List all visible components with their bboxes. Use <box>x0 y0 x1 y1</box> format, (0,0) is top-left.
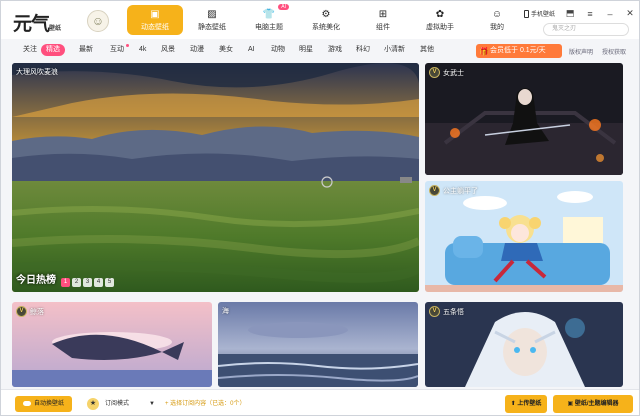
tab-user[interactable]: ☺ 我的 <box>469 5 525 35</box>
category-tab[interactable]: 精选 <box>41 44 65 56</box>
category-tab[interactable]: 最新 <box>74 44 98 56</box>
bottom-bar: 自动换壁纸 ★ 订阅模式 ▼ + 选择订阅内容（已选：0个） ⬆ 上传壁纸 ▣ 壁纸… <box>1 389 639 415</box>
wallpaper-card[interactable]: V 公主躺平了 <box>425 181 623 292</box>
auto-change-toggle[interactable]: 自动换壁纸 <box>15 396 72 412</box>
phone-wallpaper-button[interactable]: 手机壁纸 <box>523 9 555 18</box>
page-button[interactable]: 2 <box>72 278 81 287</box>
gift-icon: 🎁 <box>479 47 489 56</box>
phone-icon <box>523 9 529 18</box>
tab-label: 静态壁纸 <box>198 23 226 31</box>
tab-label: 系统美化 <box>312 23 340 31</box>
category-tab[interactable]: 4k <box>134 44 151 56</box>
card-caption: V 五条悟 <box>429 306 464 317</box>
category-tab[interactable]: 关注 <box>18 44 42 56</box>
gear-icon: ⚙ <box>321 8 331 20</box>
top-bar: 元气壁纸 ☺ ▣ 动态壁纸 ▨ 静态壁纸 👕 电脑主题 AI ⚙ 系统美化 ⊞ 组件 ✿ 虚拟助手 ☺ 我的… <box>1 1 639 39</box>
hot-list-title: 今日热榜 <box>16 275 56 286</box>
category-tab[interactable]: 小清新 <box>379 44 410 56</box>
princess-image <box>425 181 623 292</box>
hero-pager: 12345 <box>61 278 114 287</box>
subscription-mode-select[interactable]: ★ 订阅模式 ▼ <box>85 396 157 412</box>
tab-paw[interactable]: ✿ 虚拟助手 <box>412 5 468 35</box>
sea-image <box>218 302 418 387</box>
card-caption: 海 <box>222 308 229 315</box>
category-tab[interactable]: 游戏 <box>323 44 347 56</box>
category-tab[interactable]: 互动 <box>105 44 129 56</box>
ai-badge: AI <box>278 4 289 10</box>
skin-icon[interactable]: ⬒ <box>565 8 575 19</box>
page-button[interactable]: 5 <box>105 278 114 287</box>
tab-gear[interactable]: ⚙ 系统美化 <box>298 5 354 35</box>
vip-badge-icon: V <box>16 306 27 317</box>
main-nav: ▣ 动态壁纸 ▨ 静态壁纸 👕 电脑主题 AI ⚙ 系统美化 ⊞ 组件 ✿ 虚拟助手 ☺ 我的 <box>127 4 526 37</box>
shirt-icon: 👕 <box>262 8 276 20</box>
tab-shirt[interactable]: 👕 电脑主题 AI <box>241 4 297 35</box>
app-logo[interactable]: 元气壁纸 <box>13 9 61 36</box>
tab-label: 虚拟助手 <box>426 23 454 31</box>
search-input[interactable]: 鬼灭之刃 <box>543 23 629 36</box>
warrior-image <box>425 63 623 175</box>
user-icon: ☺ <box>491 8 503 20</box>
page-button[interactable]: 1 <box>61 278 70 287</box>
category-tab[interactable]: 动物 <box>266 44 290 56</box>
category-tab[interactable]: 科幻 <box>351 44 375 56</box>
grid-icon: ⊞ <box>378 8 388 20</box>
app-window: 元气壁纸 ☺ ▣ 动态壁纸 ▨ 静态壁纸 👕 电脑主题 AI ⚙ 系统美化 ⊞ 组件 ✿ 虚拟助手 ☺ 我的… <box>0 0 640 416</box>
new-dot-icon <box>126 44 129 47</box>
category-tab[interactable]: 其他 <box>415 44 439 56</box>
tab-tv[interactable]: ▣ 动态壁纸 <box>127 5 183 35</box>
wallpaper-card[interactable]: V 五条悟 <box>425 302 623 387</box>
tv-icon: ▣ <box>150 8 160 20</box>
paw-icon: ✿ <box>435 8 445 20</box>
category-tab[interactable]: 风景 <box>156 44 180 56</box>
category-tab[interactable]: 美女 <box>214 44 238 56</box>
wheat-field-image <box>12 63 419 292</box>
upload-wallpaper-button[interactable]: ⬆ 上传壁纸 <box>505 395 547 413</box>
avatar[interactable]: ☺ <box>87 10 109 32</box>
tab-image[interactable]: ▨ 静态壁纸 <box>184 5 240 35</box>
hero-wallpaper-card[interactable]: 大理风吹麦浪 今日热榜 12345 <box>12 63 419 292</box>
theme-editor-button[interactable]: ▣ 壁纸/主题编辑器 <box>553 395 633 413</box>
page-button[interactable]: 4 <box>94 278 103 287</box>
tab-label: 电脑主题 <box>255 23 283 31</box>
vip-promo-button[interactable]: 🎁 会员低于 0.1元/天 <box>476 44 562 58</box>
page-button[interactable]: 3 <box>83 278 92 287</box>
card-caption: V 鲸落 <box>16 306 44 317</box>
tab-label: 组件 <box>376 23 390 31</box>
menu-icon[interactable]: ≡ <box>585 9 595 19</box>
close-icon[interactable]: ✕ <box>625 8 635 19</box>
mode-icon: ★ <box>87 398 99 410</box>
wallpaper-card[interactable]: V 鲸落 <box>12 302 212 387</box>
card-caption: 大理风吹麦浪 <box>16 69 58 76</box>
vip-badge-icon: V <box>429 306 440 317</box>
category-tab[interactable]: 明星 <box>294 44 318 56</box>
category-tab[interactable]: AI <box>243 44 260 56</box>
wallpaper-card[interactable]: 海 <box>218 302 418 387</box>
vip-badge-icon: V <box>429 185 440 196</box>
license-link[interactable]: 授权获取 <box>602 47 626 56</box>
category-tab[interactable]: 动漫 <box>185 44 209 56</box>
copyright-link[interactable]: 版权声明 <box>569 47 593 56</box>
vip-badge-icon: V <box>429 67 440 78</box>
card-caption: V 女武士 <box>429 67 464 78</box>
choose-subscription-link[interactable]: + 选择订阅内容（已选：0个） <box>165 396 246 412</box>
tab-label: 我的 <box>490 23 504 31</box>
caret-down-icon: ▼ <box>149 401 155 407</box>
toggle-switch-icon <box>22 400 31 406</box>
tab-grid[interactable]: ⊞ 组件 <box>355 5 411 35</box>
wallpaper-card[interactable]: V 女武士 <box>425 63 623 175</box>
window-controls: 手机壁纸 ⬒ ≡ – ✕ <box>523 8 635 19</box>
tab-label: 动态壁纸 <box>141 23 169 31</box>
minimize-icon[interactable]: – <box>605 9 615 19</box>
image-icon: ▨ <box>207 8 217 20</box>
card-caption: V 公主躺平了 <box>429 185 478 196</box>
